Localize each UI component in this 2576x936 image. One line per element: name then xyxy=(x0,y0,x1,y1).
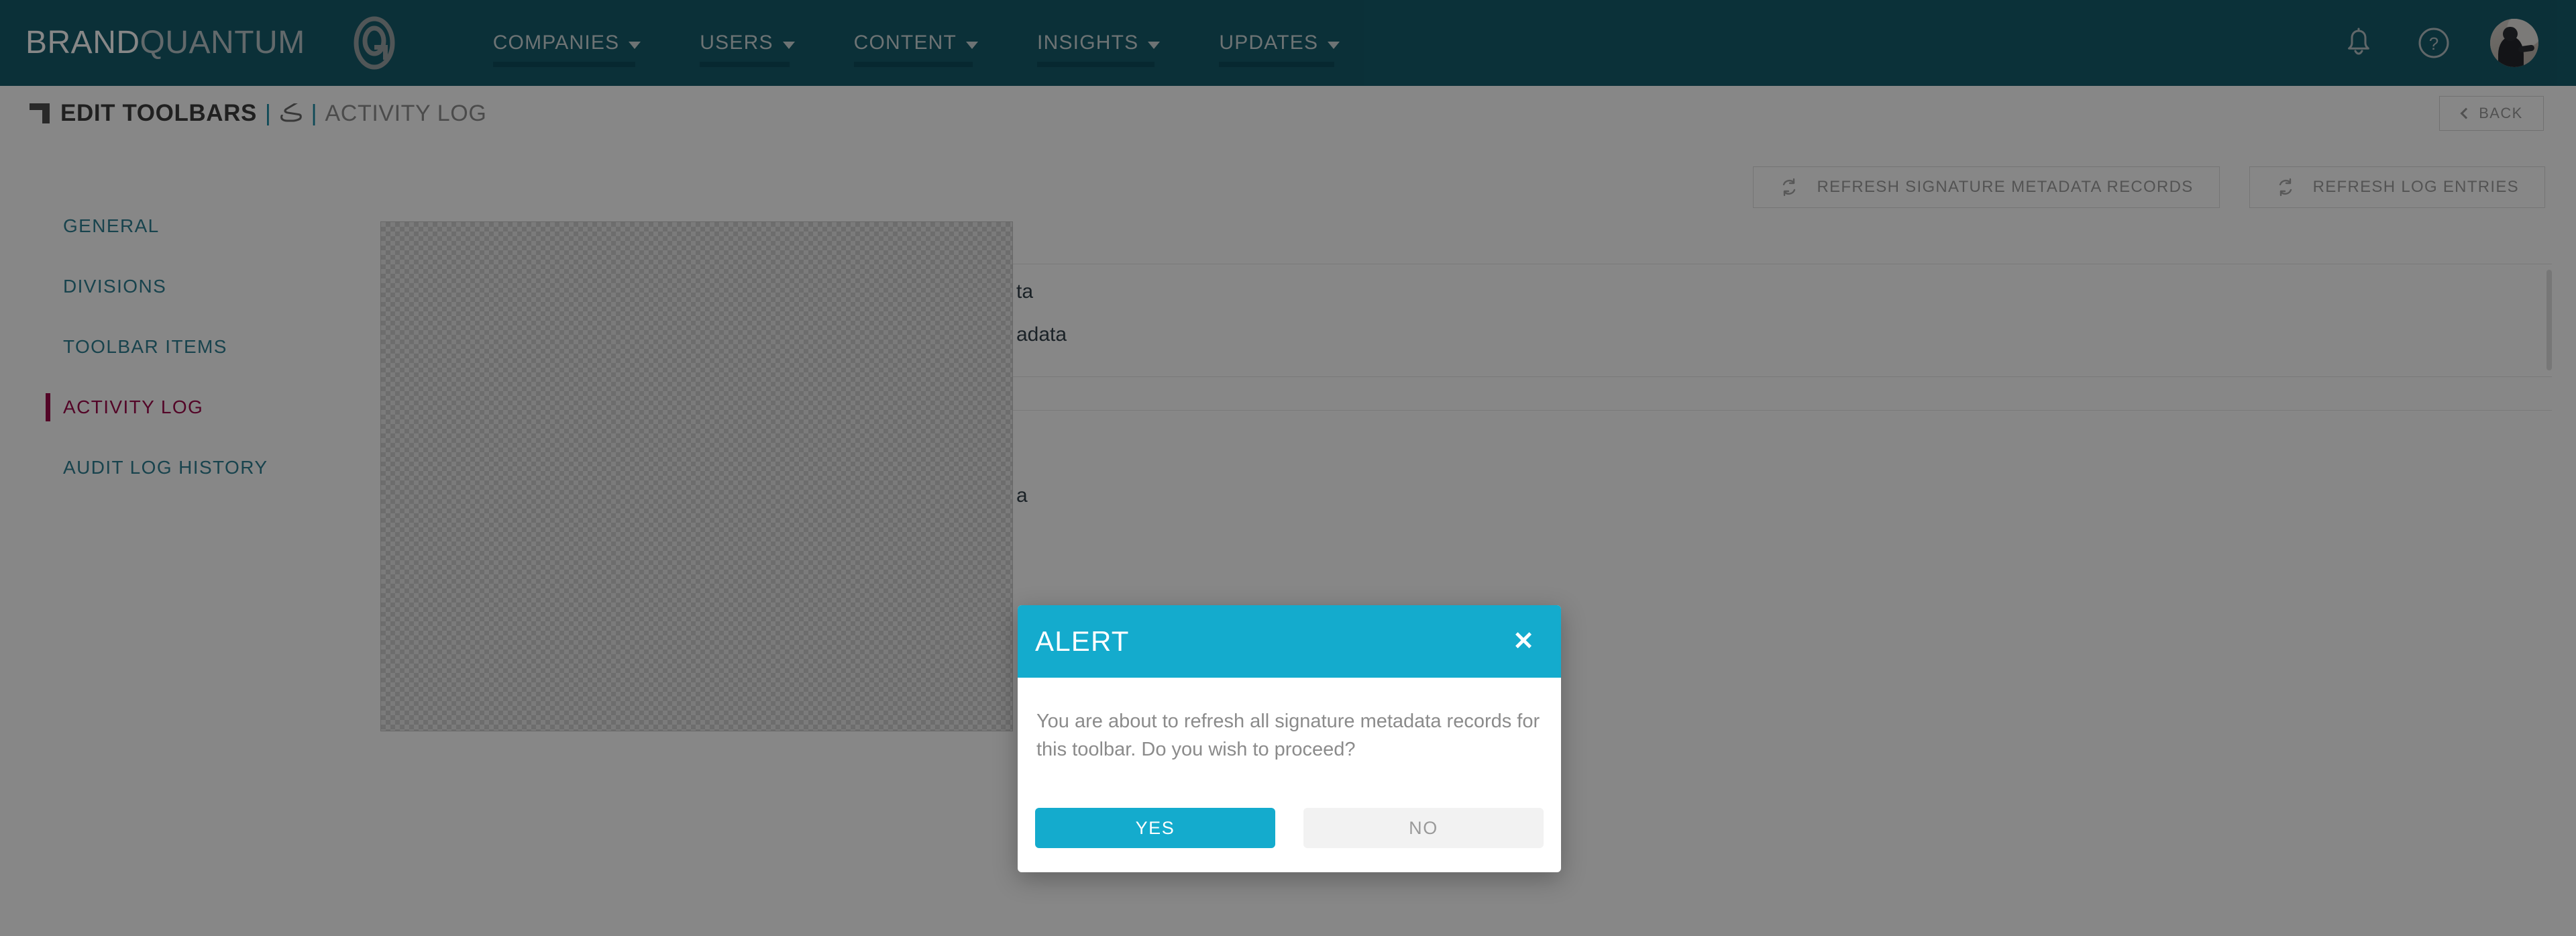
alert-dialog-footer: YES NO xyxy=(1018,770,1561,872)
app-root: BRANDQUANTUM COMPANIES USERS CONTENT INS… xyxy=(0,0,2576,936)
close-x-icon[interactable]: ✕ xyxy=(1506,625,1541,658)
alert-dialog-header: ALERT ✕ xyxy=(1018,605,1561,678)
alert-dialog-body: You are about to refresh all signature m… xyxy=(1018,678,1561,770)
alert-dialog-title: ALERT xyxy=(1035,625,1130,657)
modal-layer: ALERT ✕ You are about to refresh all sig… xyxy=(0,0,2576,936)
alert-dialog: ALERT ✕ You are about to refresh all sig… xyxy=(1018,605,1561,873)
cancel-no-button[interactable]: NO xyxy=(1303,808,1544,849)
alert-dialog-message: You are about to refresh all signature m… xyxy=(1036,711,1540,761)
confirm-yes-button[interactable]: YES xyxy=(1035,808,1275,849)
